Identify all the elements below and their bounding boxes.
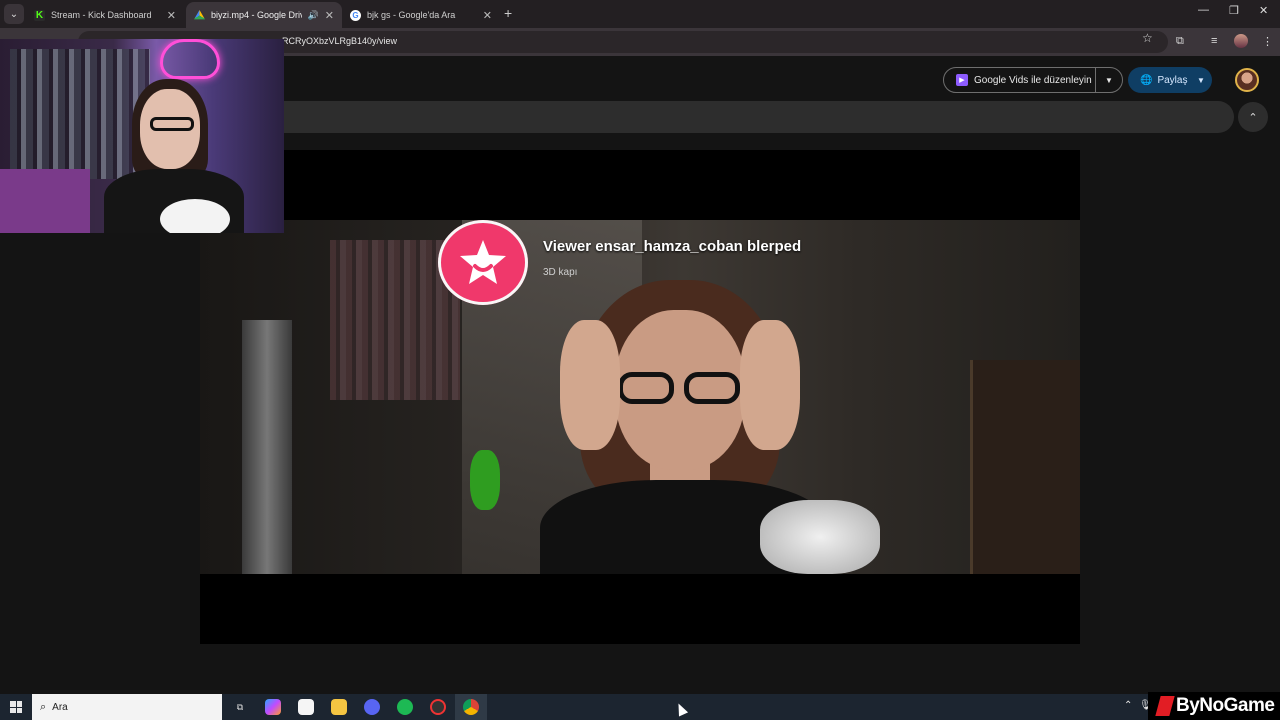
lamp bbox=[242, 320, 292, 574]
more-menu-icon[interactable]: ⋮ bbox=[1262, 35, 1273, 48]
media-controls-icon[interactable]: ≡ bbox=[1211, 35, 1217, 47]
dropdown-arrow-icon[interactable]: ▼ bbox=[1096, 76, 1122, 85]
hand bbox=[740, 320, 800, 450]
browser-profile-icon[interactable] bbox=[1234, 34, 1248, 48]
search-icon: ⌕ bbox=[40, 700, 47, 713]
tab-google-drive[interactable]: biyzi.mp4 - Google Drive 🔊 ✕ bbox=[186, 2, 342, 28]
new-tab-button[interactable]: + bbox=[504, 5, 512, 21]
tab-search-chevron-icon[interactable]: ⌄ bbox=[4, 4, 24, 24]
bookmark-star-icon[interactable]: ☆ bbox=[1142, 31, 1153, 45]
tab-title: biyzi.mp4 - Google Drive bbox=[211, 10, 302, 20]
screen: ⌄ K Stream - Kick Dashboard ✕ biyzi.mp4 … bbox=[0, 0, 1280, 720]
glasses bbox=[618, 372, 742, 404]
video-player[interactable]: Viewer ensar_hamza_coban blerped 3D kapı bbox=[200, 150, 1080, 644]
dropdown-arrow-icon[interactable]: ▼ bbox=[1190, 76, 1212, 85]
google-drive-icon bbox=[194, 10, 205, 20]
task-view-icon[interactable]: ⧉ bbox=[232, 699, 248, 715]
url-text: RCRyOXbzVLRgB140y/view bbox=[282, 36, 398, 46]
neon-sign bbox=[160, 39, 220, 79]
hand bbox=[560, 320, 620, 450]
kick-icon: K bbox=[34, 9, 45, 21]
bed bbox=[0, 169, 90, 233]
close-tab-icon[interactable]: ✕ bbox=[325, 9, 334, 22]
globe-icon: 🌐 bbox=[1140, 74, 1153, 86]
door bbox=[970, 360, 1080, 574]
collapse-up-icon[interactable]: ⌃ bbox=[1238, 102, 1268, 132]
share-button[interactable]: 🌐 Paylaş ▼ bbox=[1128, 67, 1212, 93]
google-vids-edit-button[interactable]: ▶ Google Vids ile düzenleyin ▼ bbox=[943, 67, 1123, 93]
microphone bbox=[760, 500, 880, 574]
kick-blerp-star-icon bbox=[438, 220, 528, 305]
bynogame-watermark: ByNoGame bbox=[1148, 692, 1280, 720]
webcam-overlay bbox=[0, 39, 284, 233]
spotify-icon[interactable] bbox=[397, 699, 413, 715]
share-button-label: Paylaş bbox=[1157, 74, 1188, 86]
goose-plush bbox=[160, 199, 230, 233]
alert-title: Viewer ensar_hamza_coban blerped bbox=[543, 238, 802, 255]
alert-subtitle: 3D kapı bbox=[543, 267, 578, 278]
file-info-bar bbox=[200, 101, 1234, 133]
glasses bbox=[150, 117, 194, 131]
close-tab-icon[interactable]: ✕ bbox=[167, 9, 176, 22]
tab-title: Stream - Kick Dashboard bbox=[51, 10, 152, 20]
windows-start-icon[interactable] bbox=[10, 701, 22, 713]
obs-icon[interactable] bbox=[430, 699, 446, 715]
clothes-rack bbox=[10, 49, 150, 179]
lens bbox=[684, 372, 740, 404]
green-object bbox=[470, 450, 500, 510]
search-placeholder: Ara bbox=[52, 701, 68, 713]
browser-tabstrip: ⌄ K Stream - Kick Dashboard ✕ biyzi.mp4 … bbox=[0, 0, 1280, 28]
restore-icon[interactable]: ❐ bbox=[1229, 4, 1239, 17]
lens bbox=[618, 372, 674, 404]
video-frame: Viewer ensar_hamza_coban blerped 3D kapı bbox=[200, 220, 1080, 574]
bynogame-logo-icon bbox=[1155, 696, 1175, 716]
tray-chevron-up-icon[interactable]: ⌃ bbox=[1124, 700, 1132, 711]
extensions-icon[interactable]: ⧉ bbox=[1176, 35, 1184, 48]
windows-taskbar: ⌕ Ara ⧉ ⌃ 🎙 bbox=[0, 694, 1280, 720]
close-window-icon[interactable]: ✕ bbox=[1259, 4, 1268, 17]
copilot-icon[interactable] bbox=[265, 699, 281, 715]
google-icon: G bbox=[350, 9, 361, 21]
account-avatar[interactable] bbox=[1235, 68, 1259, 92]
vids-button-label: Google Vids ile düzenleyin bbox=[974, 74, 1092, 86]
taskbar-search[interactable]: ⌕ Ara bbox=[32, 694, 222, 720]
speaker-icon[interactable]: 🔊 bbox=[308, 10, 319, 21]
close-tab-icon[interactable]: ✕ bbox=[483, 9, 492, 22]
tab-title: bjk gs - Google'da Ara bbox=[367, 10, 456, 20]
google-vids-icon: ▶ bbox=[956, 74, 968, 86]
tab-google-search[interactable]: G bjk gs - Google'da Ara ✕ bbox=[342, 2, 500, 28]
star-logo-icon bbox=[460, 239, 506, 284]
file-explorer-icon[interactable] bbox=[331, 699, 347, 715]
discord-icon[interactable] bbox=[364, 699, 380, 715]
brand-text: ByNoGame bbox=[1176, 695, 1275, 716]
notepad-icon[interactable] bbox=[298, 699, 314, 715]
tab-kick-dashboard[interactable]: K Stream - Kick Dashboard ✕ bbox=[26, 2, 184, 28]
minimize-icon[interactable]: — bbox=[1198, 4, 1209, 16]
chrome-icon[interactable] bbox=[463, 699, 479, 715]
